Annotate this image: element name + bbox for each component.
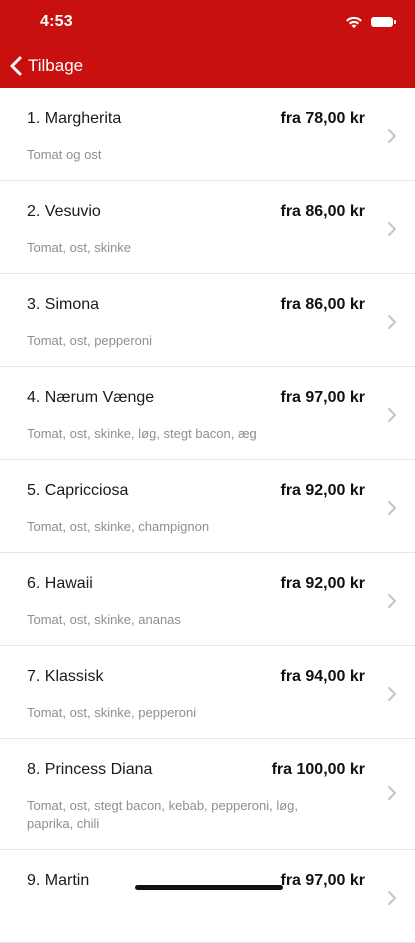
status-time: 4:53 [40,13,73,30]
list-item[interactable]: 6. Hawaii fra 92,00 kr Tomat, ost, skink… [0,553,415,646]
item-name: 4. Nærum Vænge [27,389,155,406]
chevron-right-icon [387,314,397,330]
chevron-left-icon [10,56,22,76]
item-name: 8. Princess Diana [27,761,153,778]
chevron-right-icon [387,221,397,237]
item-price: fra 86,00 kr [280,203,365,220]
chevron-right-icon [387,128,397,144]
home-indicator[interactable] [135,885,283,890]
item-description: Tomat, ost, skinke, champignon [27,519,210,534]
item-description: Tomat, ost, stegt bacon, kebab, pepperon… [27,798,298,831]
back-button[interactable]: Tilbage [8,52,83,80]
item-name: 6. Hawaii [27,575,93,592]
navigation-header: 4:53 Tilbage [0,0,415,88]
battery-icon [371,17,396,27]
item-name: 2. Vesuvio [27,203,101,220]
item-description: Tomat og ost [27,147,102,162]
item-name: 9. Martin [27,872,90,889]
list-item[interactable]: 4. Nærum Vænge fra 97,00 kr Tomat, ost, … [0,367,415,460]
menu-list: 1. Margherita fra 78,00 kr Tomat og ost … [0,88,415,943]
item-price: fra 100,00 kr [271,761,365,778]
status-icons [345,14,396,30]
list-item[interactable]: 2. Vesuvio fra 86,00 kr Tomat, ost, skin… [0,181,415,274]
chevron-right-icon [387,785,397,801]
item-price: fra 92,00 kr [280,575,365,592]
list-item[interactable]: 7. Klassisk fra 94,00 kr Tomat, ost, ski… [0,646,415,739]
list-item[interactable]: 8. Princess Diana fra 100,00 kr Tomat, o… [0,739,415,850]
item-price: fra 78,00 kr [280,110,365,127]
list-item[interactable]: 9. Martin fra 97,00 kr [0,850,415,943]
chevron-right-icon [387,686,397,702]
item-price: fra 94,00 kr [280,668,365,685]
item-price: fra 97,00 kr [280,872,365,889]
item-description: Tomat, ost, skinke, løg, stegt bacon, æg [27,426,257,441]
item-price: fra 86,00 kr [280,296,365,313]
item-name: 3. Simona [27,296,100,313]
item-description: Tomat, ost, skinke, pepperoni [27,705,197,720]
chevron-right-icon [387,407,397,423]
item-price: fra 92,00 kr [280,482,365,499]
item-description: Tomat, ost, skinke, ananas [27,612,181,627]
item-name: 5. Capricciosa [27,482,129,499]
wifi-icon [346,16,362,29]
list-item[interactable]: 5. Capricciosa fra 92,00 kr Tomat, ost, … [0,460,415,553]
list-item[interactable]: 1. Margherita fra 78,00 kr Tomat og ost [0,88,415,181]
item-price: fra 97,00 kr [280,389,365,406]
list-item[interactable]: 3. Simona fra 86,00 kr Tomat, ost, peppe… [0,274,415,367]
chevron-right-icon [387,890,397,906]
item-name: 7. Klassisk [27,668,104,685]
item-description: Tomat, ost, pepperoni [27,333,153,348]
back-label: Tilbage [28,56,84,75]
chevron-right-icon [387,500,397,516]
chevron-right-icon [387,593,397,609]
item-name: 1. Margherita [27,110,122,127]
item-description: Tomat, ost, skinke [27,240,132,255]
